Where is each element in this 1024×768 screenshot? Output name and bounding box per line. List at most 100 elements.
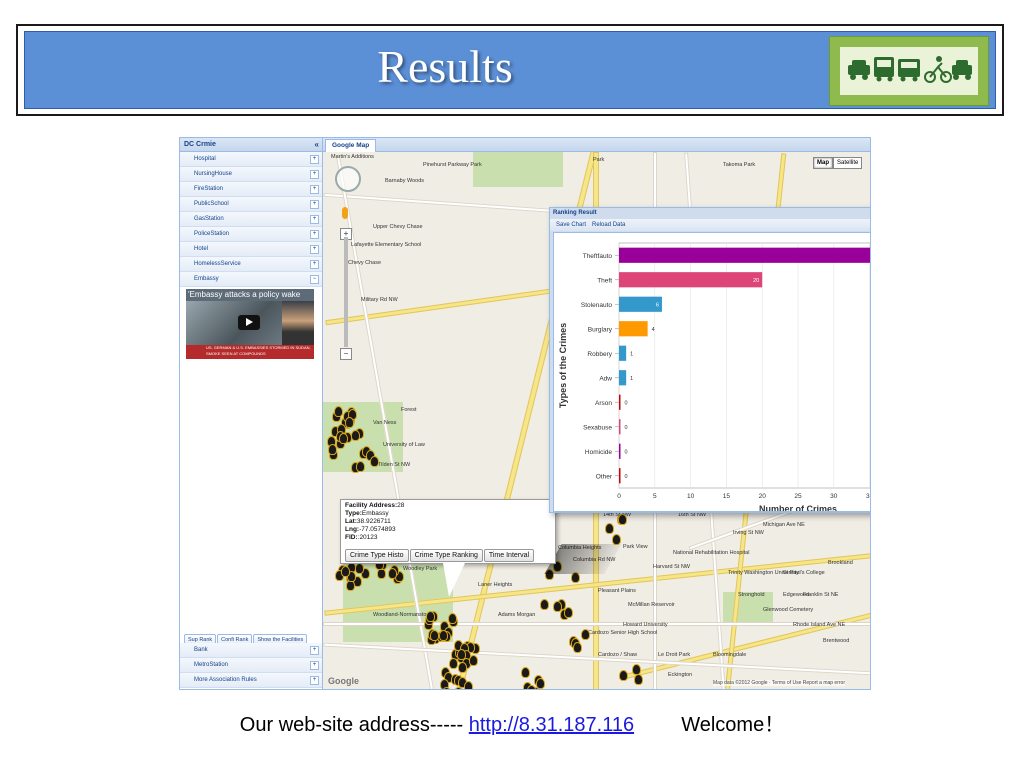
facility-address-value: 28 <box>397 502 405 509</box>
data-label: 0 <box>625 400 628 406</box>
crime-marker-icon[interactable] <box>344 416 354 428</box>
y-tick-label: Theftfauto <box>583 253 613 260</box>
crime-marker-icon[interactable] <box>388 567 398 579</box>
sidebar-item-embassy[interactable]: Embassy − <box>180 272 322 287</box>
google-map[interactable]: Martin's Additions Pinehurst Parkway Park… <box>323 152 871 689</box>
expand-icon[interactable]: + <box>310 230 319 239</box>
crime-marker-icon[interactable] <box>563 607 573 619</box>
map-place-label: Chevy Chase <box>348 260 382 266</box>
crime-marker-icon[interactable] <box>464 681 474 689</box>
sidebar-item-label: MetroStation <box>194 662 229 668</box>
map-type-map-button[interactable]: Map <box>813 157 833 169</box>
crime-marker-icon[interactable] <box>618 670 628 681</box>
facility-lat-value: 38.9226711 <box>356 518 391 525</box>
time-interval-button[interactable]: Time Interval <box>483 549 535 562</box>
expand-icon[interactable]: + <box>310 200 319 209</box>
zoom-out-icon[interactable]: − <box>340 348 352 360</box>
map-type-control: Map Satellite <box>813 157 863 169</box>
crime-marker-icon[interactable] <box>426 610 436 622</box>
map-place-label: Brookland <box>828 560 853 566</box>
x-tick-label: 15 <box>723 493 731 500</box>
crime-marker-icon[interactable] <box>536 678 546 689</box>
expand-icon[interactable]: + <box>310 646 319 655</box>
sidebar-item-more-association-rules[interactable]: More Association Rules + <box>180 673 322 688</box>
crime-marker-icon[interactable] <box>370 455 380 467</box>
crime-marker-icon[interactable] <box>469 655 479 667</box>
crime-marker-icon[interactable] <box>350 429 360 441</box>
expand-icon[interactable]: + <box>310 155 319 164</box>
crime-marker-icon[interactable] <box>456 648 466 660</box>
pan-control-icon[interactable] <box>335 166 361 192</box>
crime-marker-icon[interactable] <box>346 580 356 592</box>
sidebar-item-nursinghouse[interactable]: NursingHouse + <box>180 167 322 182</box>
crime-marker-icon[interactable] <box>355 461 365 473</box>
save-chart-button[interactable]: Save Chart <box>556 222 586 228</box>
sidebar-item-label: NursingHouse <box>194 171 233 177</box>
expand-icon[interactable]: + <box>310 260 319 269</box>
sidebar-item-publicschool[interactable]: PublicSchool + <box>180 197 322 212</box>
sidebar-item-hospital[interactable]: Hospital + <box>180 152 322 167</box>
crime-marker-icon[interactable] <box>354 563 364 575</box>
expand-icon[interactable]: + <box>310 215 319 224</box>
sidebar-item-gasstation[interactable]: GasStation + <box>180 212 322 227</box>
expand-icon[interactable]: + <box>310 245 319 254</box>
crime-marker-icon[interactable] <box>442 686 452 689</box>
sidebar-buttons: Sup Rank Confi Rank Show the Facilities <box>184 628 320 647</box>
crime-marker-icon[interactable] <box>553 600 563 612</box>
y-axis-label: Types of the Crimes <box>558 323 568 408</box>
map-place-label: Van Ness <box>373 420 397 426</box>
crime-marker-icon[interactable] <box>328 443 338 455</box>
crime-marker-icon[interactable] <box>521 666 531 678</box>
expand-icon[interactable]: + <box>310 676 319 685</box>
crime-marker-icon[interactable] <box>341 565 351 577</box>
tab-google-map[interactable]: Google Map <box>325 139 377 152</box>
sidebar-item-label: Hospital <box>194 156 216 162</box>
x-tick-label: 10 <box>687 493 695 500</box>
crime-marker-icon[interactable] <box>526 684 536 689</box>
sidebar-item-homelessservice[interactable]: HomelessService + <box>180 257 322 272</box>
crime-marker-icon[interactable] <box>447 613 457 625</box>
crime-marker-icon[interactable] <box>604 522 614 534</box>
slide-title: Results <box>377 41 513 92</box>
crime-marker-icon[interactable] <box>333 406 343 418</box>
crime-marker-icon[interactable] <box>634 673 644 685</box>
sidebar-bottom-items: Bank + MetroStation + More Association Rules… <box>180 643 322 688</box>
x-tick-label: 30 <box>830 493 838 500</box>
x-axis-label: Number of Crimes <box>759 504 837 511</box>
crime-type-ranking-button[interactable]: Crime Type Ranking <box>409 549 483 562</box>
reload-data-button[interactable]: Reload Data <box>592 222 625 228</box>
video-player[interactable]: 'Embassy attacks a policy wake US, GERMA… <box>186 289 314 359</box>
map-place-label: Cardozo / Shaw <box>598 652 638 658</box>
crime-marker-icon[interactable] <box>572 641 582 653</box>
expand-icon[interactable]: + <box>310 661 319 670</box>
crime-type-histo-button[interactable]: Crime Type Histo <box>345 549 409 562</box>
collapse-icon[interactable]: « <box>315 138 319 151</box>
crime-marker-icon[interactable] <box>540 598 550 610</box>
expand-icon[interactable]: + <box>310 170 319 179</box>
crime-marker-icon[interactable] <box>580 629 590 641</box>
expand-icon[interactable]: + <box>310 185 319 194</box>
sidebar-item-firestation[interactable]: FireStation + <box>180 182 322 197</box>
ranking-bar-chart: 0 5 10 15 20 25 30 35 40 45 50Theftfauto 47Theft 20S… <box>558 242 871 511</box>
street-view-pegman-icon[interactable] <box>342 207 348 219</box>
play-icon[interactable] <box>238 315 260 330</box>
website-link[interactable]: http://8.31.187.116 <box>469 714 634 736</box>
sidebar-item-hotel[interactable]: Hotel + <box>180 242 322 257</box>
crime-marker-icon[interactable] <box>617 514 627 526</box>
collapse-icon[interactable]: − <box>310 275 319 284</box>
crime-marker-icon[interactable] <box>439 629 449 641</box>
map-type-satellite-button[interactable]: Satellite <box>833 157 863 169</box>
zoom-slider[interactable] <box>344 237 348 347</box>
map-place-label: Michigan Ave NE <box>763 522 805 528</box>
video-title: 'Embassy attacks a policy wake <box>188 290 301 299</box>
map-tab-bar: Google Map <box>323 138 870 152</box>
slide-footer: Our web-site address----- http://8.31.18… <box>0 708 1024 737</box>
crime-marker-icon[interactable] <box>376 568 386 580</box>
data-label: 0 <box>625 474 628 480</box>
sidebar-item-policestation[interactable]: PoliceStation + <box>180 227 322 242</box>
sidebar-item-metrostation[interactable]: MetroStation + <box>180 658 322 673</box>
x-tick-label: 35 <box>866 493 871 500</box>
sidebar-item-bank[interactable]: Bank + <box>180 643 322 658</box>
crime-marker-icon[interactable] <box>449 658 459 670</box>
crime-marker-icon[interactable] <box>339 432 349 444</box>
